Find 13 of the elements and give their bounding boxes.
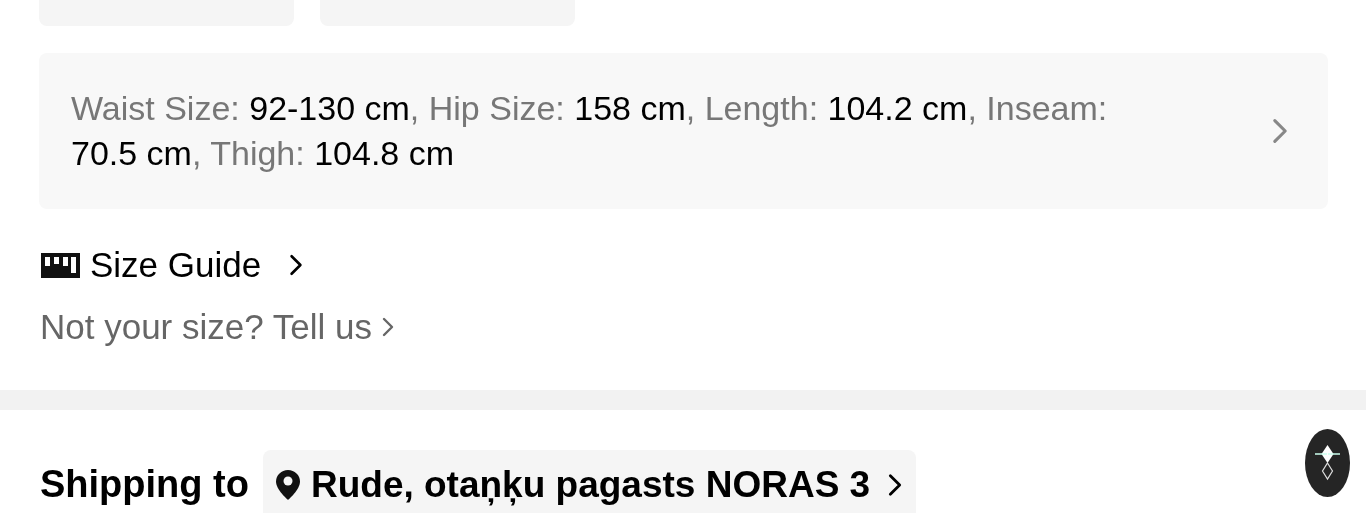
ruler-icon <box>41 252 80 278</box>
measurements-text: Waist Size: 92-130 cm, Hip Size: 158 cm, Length: 104.2 cm, Inseam: 70.5 cm, Thigh: 104.8 cm <box>71 88 1109 174</box>
chevron-icon <box>1272 118 1288 144</box>
location-pin-icon <box>274 469 301 501</box>
chevron-icon <box>888 473 903 497</box>
chevron-icon <box>289 254 304 276</box>
floating-logo-icon[interactable] <box>1305 429 1350 497</box>
size-guide-link[interactable]: Size Guide <box>41 245 304 285</box>
feedback-link[interactable]: Not your size? Tell us <box>40 307 394 347</box>
measurements-card[interactable]: Waist Size: 92-130 cm, Hip Size: 158 cm, Length: 104.2 cm, Inseam: 70.5 cm, Thigh: 104.8 cm <box>39 53 1328 209</box>
chevron-icon <box>382 316 394 338</box>
shipping-title: Shipping to <box>40 462 249 506</box>
address-selector[interactable]: Rude, otaņķu pagasts NORAS 3 <box>262 450 917 513</box>
